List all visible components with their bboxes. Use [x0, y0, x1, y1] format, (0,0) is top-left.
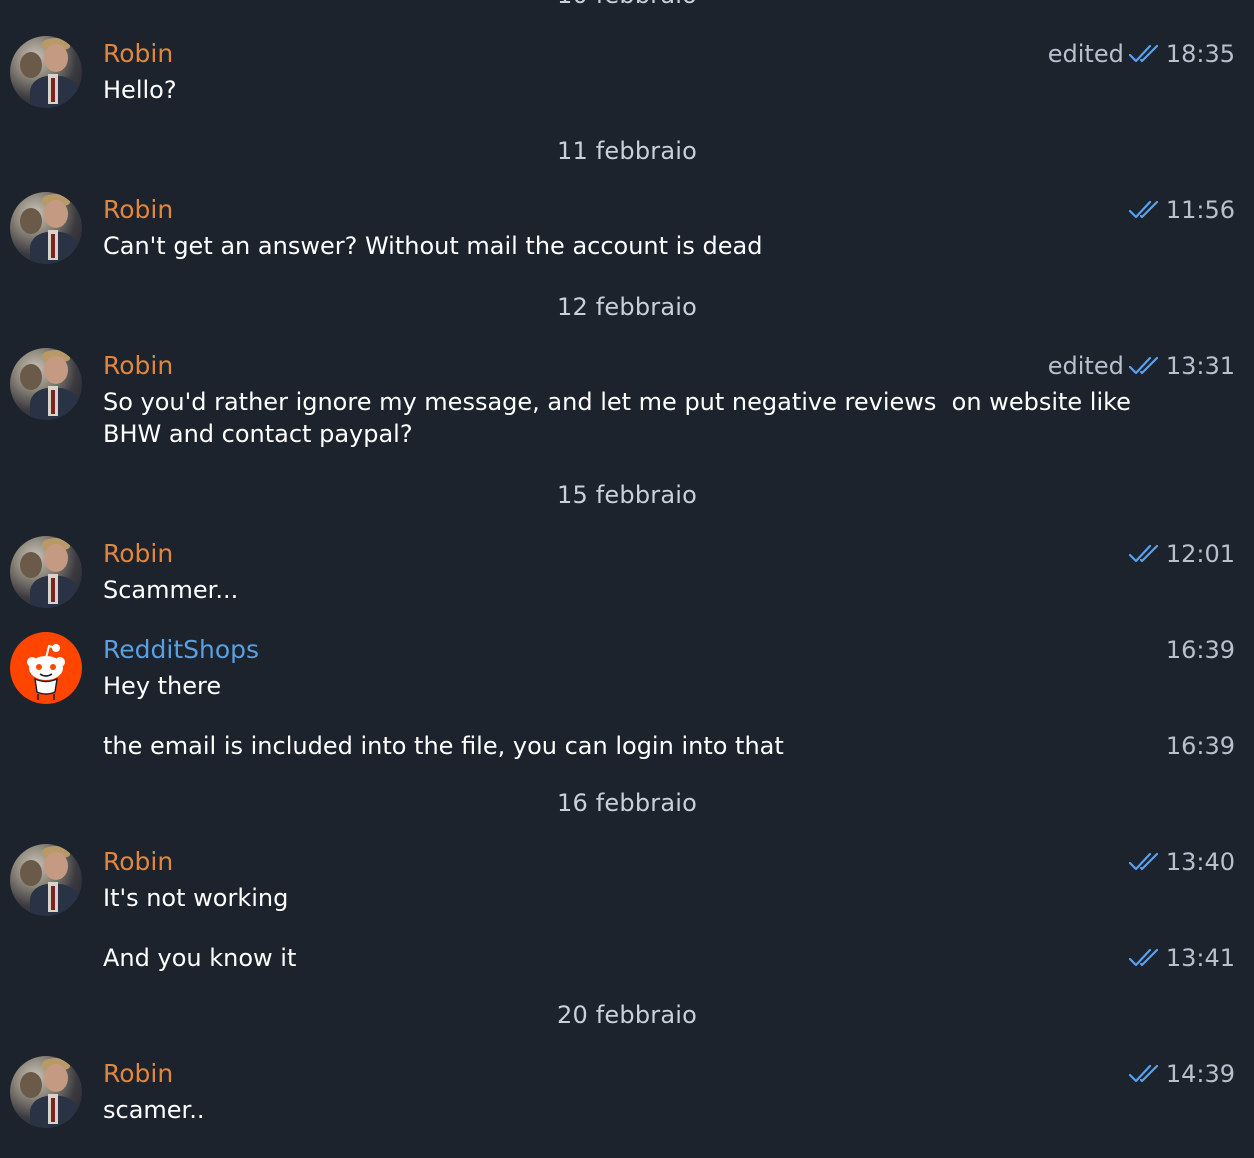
reddit-avatar[interactable]	[10, 632, 82, 704]
date-separator: 20 febbraio	[557, 1001, 697, 1029]
message-text: Hello?	[103, 76, 177, 104]
message-text: the email is included into the file, you…	[103, 732, 784, 760]
read-checkmarks-icon	[1128, 355, 1160, 377]
read-checkmarks-icon	[1128, 199, 1160, 221]
message-meta: 11:56	[1128, 194, 1235, 226]
message-time: 14:39	[1165, 1060, 1235, 1088]
read-checkmarks-icon	[1128, 947, 1160, 969]
date-separator: 10 febbraio	[0, 0, 1254, 10]
message-meta: 16:39	[1166, 634, 1235, 666]
message-time: 16:39	[1165, 732, 1235, 760]
message-meta: 13:40	[1128, 846, 1235, 878]
robin-avatar[interactable]	[10, 536, 82, 608]
message-text: And you know it	[103, 944, 297, 972]
read-checkmarks-icon	[1128, 1063, 1160, 1085]
robin-avatar[interactable]	[10, 844, 82, 916]
robin-avatar[interactable]	[10, 348, 82, 420]
robin-avatar[interactable]	[10, 36, 82, 108]
message-text: Can't get an answer? Without mail the ac…	[103, 232, 763, 260]
date-separator: 16 febbraio	[557, 789, 697, 817]
message-meta: 13:41	[1128, 942, 1235, 974]
message-meta: 12:01	[1128, 538, 1235, 570]
message-meta: edited 18:35	[1048, 38, 1235, 70]
message-text: Hey there	[103, 672, 222, 700]
read-checkmarks-icon	[1128, 43, 1160, 65]
message-text: It's not working	[103, 884, 289, 912]
date-separator: 11 febbraio	[557, 137, 697, 165]
edited-label: edited	[1047, 40, 1124, 68]
robin-avatar[interactable]	[10, 192, 82, 264]
message-meta: 14:39	[1128, 1058, 1235, 1090]
sender-name[interactable]: Robin	[103, 38, 173, 70]
message-text: Scammer...	[103, 576, 239, 604]
date-separator: 15 febbraio	[557, 481, 697, 509]
sender-name[interactable]: Robin	[103, 1058, 173, 1090]
chat-history[interactable]: 10 febbraio Robin Hello? edited 18:35 11…	[0, 0, 1254, 1158]
message-time: 13:31	[1165, 352, 1235, 380]
sender-name[interactable]: Robin	[103, 194, 173, 226]
message-text: So you'd rather ignore my message, and l…	[103, 388, 1139, 448]
read-checkmarks-icon	[1128, 543, 1160, 565]
message-text: scamer..	[103, 1096, 205, 1124]
edited-label: edited	[1047, 352, 1124, 380]
message-time: 18:35	[1165, 40, 1235, 68]
message-time: 16:39	[1165, 636, 1235, 664]
sender-name[interactable]: Robin	[103, 350, 173, 382]
sender-name[interactable]: Robin	[103, 538, 173, 570]
date-separator: 12 febbraio	[557, 293, 697, 321]
message-time: 13:40	[1165, 848, 1235, 876]
message-time: 13:41	[1165, 944, 1235, 972]
message-time: 11:56	[1165, 196, 1235, 224]
message-meta: edited 13:31	[1048, 350, 1235, 382]
read-checkmarks-icon	[1128, 851, 1160, 873]
robin-avatar[interactable]	[10, 1056, 82, 1128]
sender-name[interactable]: Robin	[103, 846, 173, 878]
message-time: 12:01	[1165, 540, 1235, 568]
reddit-snoo-icon	[27, 644, 65, 700]
message-meta: 16:39	[1166, 730, 1235, 762]
sender-name[interactable]: RedditShops	[103, 634, 259, 666]
